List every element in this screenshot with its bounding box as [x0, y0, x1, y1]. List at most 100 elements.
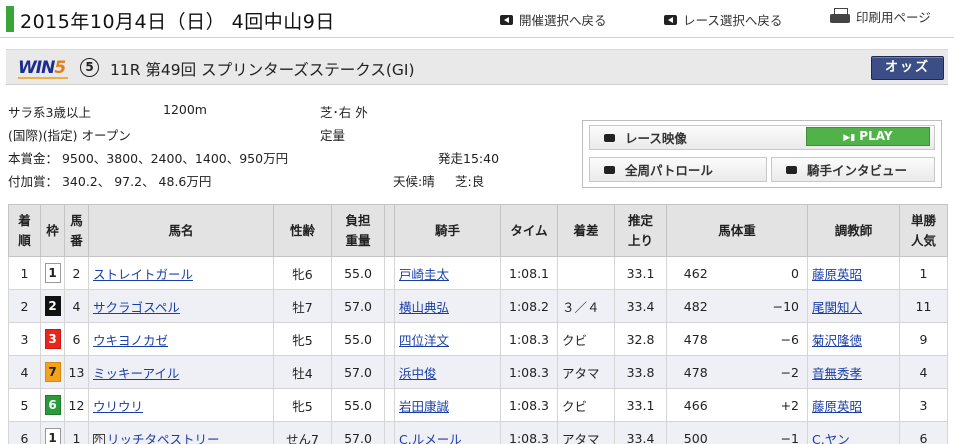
print-page-link[interactable]: 印刷用ページ [830, 7, 931, 26]
sexage-cell: 牝5 [273, 388, 332, 422]
back-arrow-icon [664, 14, 677, 25]
table-row: 2 2 4 サクラゴスペル 牡7 57.0 横山典弘 1:08.2 ３／４ 33… [8, 289, 948, 323]
weight-cell: 57.0 [331, 355, 385, 389]
time-cell: 1:08.2 [500, 289, 558, 323]
col-trainer: 調教師 [807, 204, 900, 257]
horse-cell: 外リッチタペストリー [88, 421, 274, 444]
back-to-race-link[interactable]: レース選択へ戻る [664, 10, 782, 29]
col-time: タイム [500, 204, 558, 257]
col-margin: 着差 [557, 204, 615, 257]
race-condition: (国際)(指定) オープン [8, 128, 131, 143]
race-video-label: レース映像 [625, 131, 687, 146]
waku-badge: 1 [44, 428, 61, 444]
weight-cell: 55.0 [331, 256, 385, 290]
race-title-bar: WIN5 5 11R 第49回 スプリンターズステークス(GI) オッズ [6, 49, 948, 85]
jockey-interview-button[interactable]: 騎手インタビュー [771, 157, 935, 182]
table-row: 1 1 2 ストレイトガール 牝6 55.0 戸崎圭太 1:08.1 33.1 … [8, 256, 948, 290]
table-row: 5 6 12 ウリウリ 牝5 55.0 岩田康誠 1:08.3 クビ 33.1 … [8, 388, 948, 422]
horse-link[interactable]: ウリウリ [93, 399, 143, 414]
popularity-cell: 6 [899, 421, 948, 444]
video-icon [786, 165, 797, 174]
margin-cell: アタマ [557, 421, 615, 444]
bodyweight-cell: 478 [666, 322, 725, 356]
col-umaban: 馬番 [64, 204, 89, 257]
track-going: 芝:良 [455, 174, 485, 189]
jockey-link[interactable]: 浜中俊 [399, 366, 437, 381]
table-header-row: 着順 枠 馬番 馬名 性齢 負担 重量 騎手 タイム 着差 推定 上り 馬体重 調教… [8, 204, 948, 257]
horse-link[interactable]: ウキヨノカゼ [93, 333, 168, 348]
trainer-link[interactable]: C.ヤン [812, 432, 850, 444]
table-row: 4 7 13 ミッキーアイル 牡4 57.0 浜中俊 1:08.3 アタマ 33… [8, 355, 948, 389]
bodyweight-diff-cell: −10 [724, 289, 809, 323]
sexage-cell: 牡4 [273, 355, 332, 389]
play-icon: ▶▮ [843, 133, 856, 143]
jockey-cell: 岩田康誠 [394, 388, 501, 422]
horse-link[interactable]: ストレイトガール [93, 267, 193, 282]
jockey-link[interactable]: 四位洋文 [399, 333, 449, 348]
post-time: 発走15:40 [438, 151, 500, 166]
rank-cell: 2 [8, 289, 41, 323]
jockey-cell: 戸崎圭太 [394, 256, 501, 290]
jockey-link[interactable]: 横山典弘 [399, 300, 449, 315]
time-cell: 1:08.3 [500, 322, 558, 356]
divider-cell [384, 355, 395, 389]
time-cell: 1:08.3 [500, 355, 558, 389]
col-divider [384, 204, 395, 257]
weight-cell: 55.0 [331, 322, 385, 356]
sexage-cell: 牡7 [273, 289, 332, 323]
waku-cell: 7 [40, 355, 65, 389]
margin-cell: クビ [557, 388, 615, 422]
bodyweight-cell: 482 [666, 289, 725, 323]
rank-cell: 5 [8, 388, 41, 422]
jockey-link[interactable]: 戸崎圭太 [399, 267, 449, 282]
col-last3f: 推定 上り [614, 204, 667, 257]
bodyweight-diff-cell: +2 [724, 388, 809, 422]
jockey-link[interactable]: 岩田康誠 [399, 399, 449, 414]
jockey-link[interactable]: C.ルメール [399, 432, 462, 444]
table-row: 6 1 1 外リッチタペストリー せん7 57.0 C.ルメール 1:08.3 … [8, 421, 948, 444]
trainer-link[interactable]: 音無秀孝 [812, 366, 862, 381]
waku-badge: 6 [44, 395, 61, 415]
popularity-cell: 9 [899, 322, 948, 356]
waku-cell: 6 [40, 388, 65, 422]
back-to-meeting-link[interactable]: 開催選択へ戻る [500, 10, 607, 29]
back-to-meeting-label: 開催選択へ戻る [519, 13, 607, 28]
col-bodyweight: 馬体重 [666, 204, 808, 257]
sexage-cell: せん7 [273, 421, 332, 444]
trainer-link[interactable]: 藤原英昭 [812, 399, 862, 414]
horse-link[interactable]: サクラゴスペル [93, 300, 180, 315]
weather: 天候:晴 [393, 174, 435, 189]
umaban-cell: 1 [64, 421, 89, 444]
trainer-link[interactable]: 菊沢隆徳 [812, 333, 862, 348]
odds-button[interactable]: オッズ [871, 56, 944, 80]
waku-badge: 7 [44, 362, 61, 382]
weight-cell: 57.0 [331, 289, 385, 323]
waku-badge: 3 [44, 329, 61, 349]
patrol-video-label: 全周パトロール [625, 163, 713, 178]
page-title: 2015年10月4日（日） 4回中山9日 [20, 11, 335, 33]
printer-icon [830, 7, 850, 26]
margin-cell: クビ [557, 322, 615, 356]
trainer-link[interactable]: 尾関知人 [812, 300, 862, 315]
horse-cell: サクラゴスペル [88, 289, 274, 323]
prize-money: 本賞金： 9500、3800、2400、1400、950万円 [8, 151, 289, 166]
margin-cell: ３／４ [557, 289, 615, 323]
patrol-video-button[interactable]: 全周パトロール [589, 157, 767, 182]
trainer-cell: 菊沢隆徳 [807, 322, 900, 356]
table-row: 3 3 6 ウキヨノカゼ 牝5 55.0 四位洋文 1:08.3 クビ 32.8… [8, 322, 948, 356]
last3f-cell: 33.8 [614, 355, 667, 389]
waku-badge: 1 [44, 263, 61, 283]
divider-cell [384, 256, 395, 290]
race-distance: 1200m [163, 102, 207, 117]
horse-link[interactable]: ミッキーアイル [93, 366, 179, 381]
bodyweight-diff-cell: 0 [724, 256, 809, 290]
play-button[interactable]: ▶▮ PLAY [806, 127, 930, 146]
horse-link[interactable]: リッチタペストリー [107, 432, 220, 444]
margin-cell: アタマ [557, 355, 615, 389]
trainer-cell: 尾関知人 [807, 289, 900, 323]
time-cell: 1:08.1 [500, 256, 558, 290]
umaban-cell: 2 [64, 256, 89, 290]
header-divider [0, 37, 954, 38]
trainer-link[interactable]: 藤原英昭 [812, 267, 862, 282]
bodyweight-cell: 500 [666, 421, 725, 444]
